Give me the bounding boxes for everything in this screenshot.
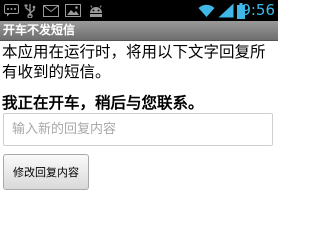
app-title: 开车不发短信 [3, 23, 76, 37]
mail-icon [42, 0, 60, 21]
app-title-bar: 开车不发短信 [0, 21, 278, 41]
modify-reply-button[interactable]: 修改回复内容 [3, 154, 89, 190]
status-clock: 9:56 [241, 1, 275, 19]
wifi-icon [197, 0, 215, 21]
current-reply-text: 我正在开车，稍后与您联系。 [2, 94, 204, 112]
sms-icon [3, 0, 19, 21]
usb-icon [22, 0, 38, 21]
signal-icon [217, 0, 234, 21]
android-icon [87, 0, 105, 21]
photo-icon [64, 0, 82, 21]
new-reply-input[interactable] [3, 113, 273, 146]
description-text: 本应用在运行时，将用以下文字回复所有收到的短信。 [2, 43, 266, 81]
status-bar: 9:56 [0, 0, 278, 21]
